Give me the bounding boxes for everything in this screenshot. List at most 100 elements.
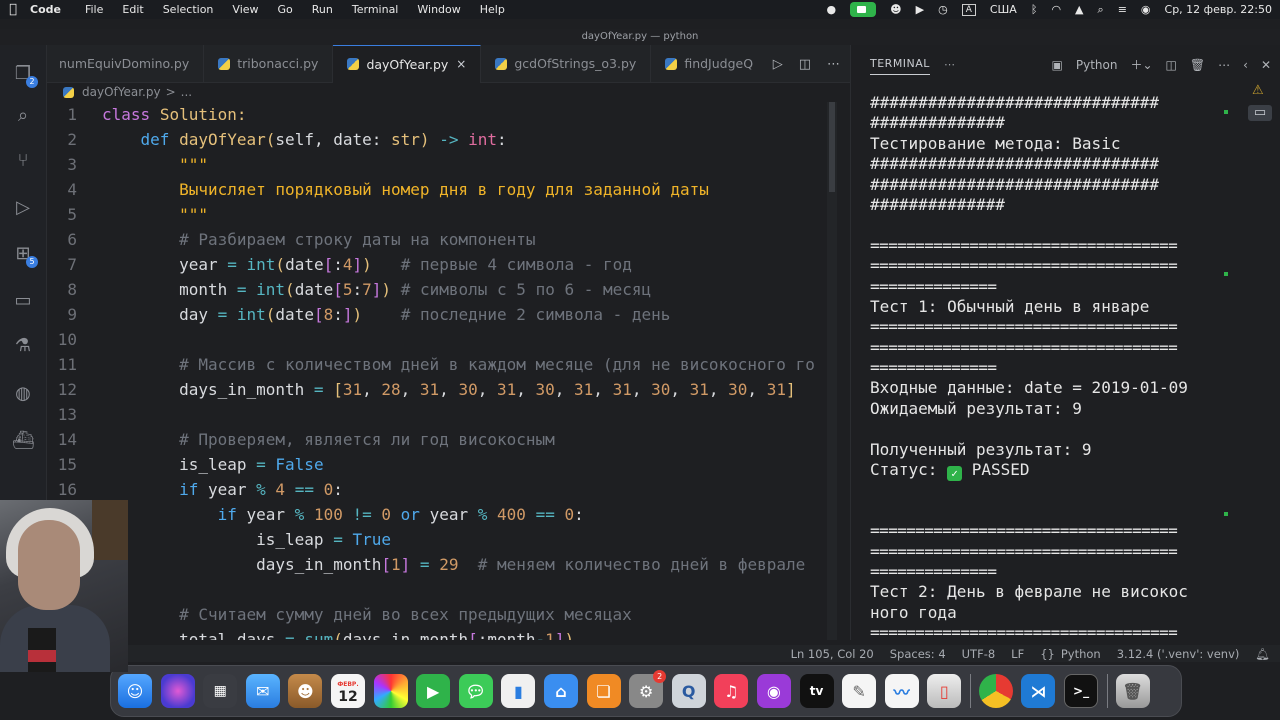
tab-tribonacci[interactable]: tribonacci.py [204, 44, 334, 83]
breadcrumb-more[interactable]: ... [181, 85, 192, 99]
search-icon[interactable]: ⌕ [1098, 3, 1104, 17]
language-mode[interactable]: Python [1061, 647, 1101, 661]
breadcrumb-file[interactable]: dayOfYear.py [82, 85, 161, 99]
tab-dayofyear[interactable]: dayOfYear.py × [333, 44, 482, 83]
apple-tv-icon[interactable]: tv [799, 674, 834, 708]
record-icon[interactable]: ● [827, 3, 837, 16]
menu-view[interactable]: View [232, 3, 258, 16]
play-icon[interactable]: ▶ [916, 3, 924, 16]
facetime-icon[interactable]: ▶ [416, 674, 451, 708]
close-icon[interactable]: × [456, 57, 466, 71]
clock[interactable]: Ср, 12 февр. 22:50 [1165, 3, 1272, 16]
keynote-icon[interactable]: ⌂ [543, 674, 578, 708]
siri-icon[interactable]: ◉ [1141, 3, 1151, 16]
cursor-position[interactable]: Ln 105, Col 20 [791, 647, 874, 661]
photos-icon[interactable] [373, 674, 408, 708]
menu-selection[interactable]: Selection [163, 3, 214, 16]
code-line: 8 month = int(date[5:7]) # символы с 5 п… [67, 280, 652, 299]
remote-explorer-icon[interactable]: ▭ [12, 290, 34, 312]
chevron-left-icon[interactable]: ‹ [1243, 58, 1248, 72]
more-icon[interactable]: ⋯ [1218, 58, 1230, 72]
music-icon[interactable]: ♫ [714, 674, 749, 708]
tab-gcdofstrings[interactable]: gcdOfStrings_o3.py [481, 44, 652, 83]
notifications-icon[interactable]: 🔔︎ [1255, 647, 1270, 661]
airplay-icon[interactable]: ▲ [1075, 3, 1083, 16]
encoding[interactable]: UTF-8 [962, 647, 996, 661]
trash-icon[interactable]: 🗑 [1115, 674, 1150, 708]
terminal-app-icon[interactable]: >_ [1064, 674, 1099, 708]
messages-icon[interactable]: 💬︎ [458, 674, 493, 708]
tab-label: numEquivDomino.py [59, 56, 190, 71]
menu-file[interactable]: File [85, 3, 103, 16]
menu-help[interactable]: Help [480, 3, 505, 16]
quicktime-icon[interactable]: Q [671, 674, 706, 708]
line-ending[interactable]: LF [1011, 647, 1024, 661]
accessibility-icon[interactable]: ☻ [890, 3, 901, 16]
split-terminal-icon[interactable]: ◫ [1166, 58, 1177, 72]
editor-scrollbar[interactable] [827, 102, 837, 640]
indentation[interactable]: Spaces: 4 [890, 647, 946, 661]
trash-icon[interactable]: 🗑 [1190, 58, 1205, 72]
bluetooth-icon[interactable]: ᛒ [1031, 3, 1038, 16]
python-interpreter[interactable]: 3.12.4 ('.venv': venv) [1117, 647, 1240, 661]
timer-icon[interactable]: ◷ [938, 3, 948, 16]
apple-icon[interactable]:  [0, 2, 26, 17]
keyboard-layout[interactable]: США [990, 3, 1017, 16]
launchpad-icon[interactable]: ▦ [203, 674, 238, 708]
calendar-icon[interactable]: ФЕВР. 12 [330, 674, 365, 708]
system-settings-icon[interactable]: ⚙ 2 [629, 670, 667, 708]
control-center-icon[interactable]: ≡ [1118, 3, 1127, 16]
more-icon[interactable]: ⋯ [944, 58, 955, 71]
braces-icon[interactable]: {} [1040, 647, 1055, 661]
explorer-icon[interactable]: ❐ 2 [12, 63, 38, 88]
code-editor[interactable]: 1 class Solution: 2 def dayOfYear(self, d… [47, 102, 837, 640]
menu-terminal[interactable]: Terminal [352, 3, 399, 16]
docker-icon[interactable]: ⛴ [12, 430, 35, 452]
split-editor-icon[interactable]: ◫ [799, 57, 811, 72]
source-control-icon[interactable]: ⑂ [12, 150, 34, 172]
wifi-icon[interactable]: ◠ [1051, 3, 1061, 16]
menu-run[interactable]: Run [312, 3, 333, 16]
books-icon[interactable]: ❏ [586, 674, 621, 708]
tab-terminal[interactable]: TERMINAL [870, 57, 930, 75]
testing-icon[interactable]: ⚗ [12, 335, 34, 357]
github-icon[interactable]: ◍ [12, 383, 34, 405]
run-debug-icon[interactable]: ▷ [12, 197, 34, 219]
camera-icon[interactable] [850, 2, 877, 17]
search-icon[interactable]: ⌕ [12, 105, 34, 127]
input-source-icon[interactable]: A [961, 3, 976, 16]
code-line: 1 class Solution: [67, 105, 247, 124]
dock-separator [969, 674, 971, 708]
freeform-icon[interactable]: 〰 [884, 674, 919, 708]
code-line: 5 """ [67, 205, 208, 224]
siri-icon[interactable] [160, 674, 195, 708]
extensions-icon[interactable]: ⊞ 5 [12, 243, 38, 268]
podcasts-icon[interactable]: ◉ [756, 674, 791, 708]
tab-findjudge[interactable]: findJudgeQ [651, 45, 767, 83]
run-icon[interactable]: ▷ [773, 57, 783, 72]
iphone-mirroring-icon[interactable]: ▯ [927, 674, 962, 708]
terminal-instance-icon[interactable]: ▭ [1248, 105, 1272, 121]
new-terminal-icon[interactable]: ＋⌄ [1130, 56, 1152, 73]
menu-window[interactable]: Window [417, 3, 460, 16]
contacts-icon[interactable]: ☻ [288, 674, 323, 708]
shell-name[interactable]: Python [1076, 58, 1118, 72]
scrollbar-thumb[interactable] [829, 102, 835, 192]
vscode-icon[interactable]: ⋊ [1021, 674, 1056, 708]
close-icon[interactable]: ✕ [1261, 58, 1271, 72]
chrome-icon[interactable] [978, 674, 1013, 708]
finder-icon[interactable]: ☺ [118, 674, 152, 708]
menu-edit[interactable]: Edit [122, 3, 143, 16]
mail-icon[interactable]: ✉ [245, 674, 280, 708]
numbers-icon[interactable]: ▮ [501, 674, 536, 708]
textedit-icon[interactable]: ✎ [842, 674, 877, 708]
warning-icon[interactable]: ⚠ [1252, 83, 1268, 99]
breadcrumb-separator: > [165, 85, 176, 99]
menu-go[interactable]: Go [278, 3, 293, 16]
code-line: 12 days_in_month = [31, 28, 31, 30, 31, … [57, 380, 796, 399]
code-line: 10 [57, 330, 77, 349]
more-actions-icon[interactable]: ⋯ [827, 57, 840, 72]
tab-numequivdomino[interactable]: numEquivDomino.py [47, 44, 205, 83]
menu-app-name[interactable]: Code [30, 3, 61, 16]
terminal-output[interactable]: ############################## #########… [870, 93, 1215, 640]
